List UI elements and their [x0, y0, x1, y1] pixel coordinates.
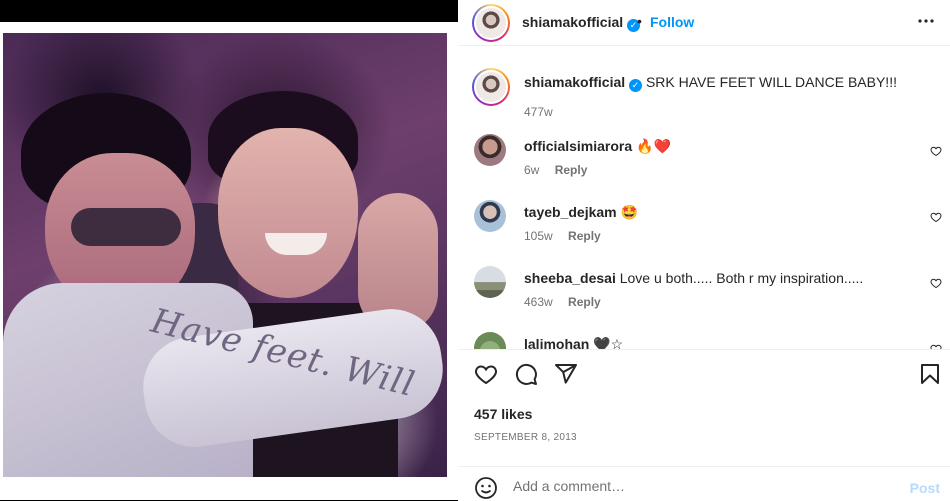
comment-text-line: tayeb_dejkam 🤩: [524, 203, 638, 221]
author-line: shiamakofficial ✓: [522, 14, 641, 32]
comment-text: Love u both..... Both r my inspiration..…: [619, 270, 864, 286]
post-photo[interactable]: Have feet. Will: [3, 33, 447, 477]
comment-like-heart-icon[interactable]: [930, 277, 942, 289]
comment-composer: Post: [458, 470, 950, 501]
more-options-icon[interactable]: [916, 11, 936, 35]
caption-avatar[interactable]: [472, 68, 510, 106]
comment-text: 🔥❤️: [636, 138, 671, 154]
post-actions-bar: [458, 362, 950, 392]
reply-button[interactable]: Reply: [568, 295, 601, 309]
comment-like-heart-icon[interactable]: [930, 211, 942, 223]
comment-meta: 105w Reply: [524, 229, 601, 243]
post-date[interactable]: SEPTEMBER 8, 2013: [474, 432, 577, 443]
divider: [458, 349, 950, 350]
photo-detail: [71, 208, 181, 246]
separator-dot: •: [637, 13, 642, 29]
caption-username[interactable]: shiamakofficial: [524, 74, 625, 90]
reply-button[interactable]: Reply: [555, 163, 588, 177]
divider: [458, 466, 950, 467]
caption-text: SRK HAVE FEET WILL DANCE BABY!!!: [645, 74, 897, 90]
heart-icon[interactable]: [474, 362, 498, 386]
caption-age[interactable]: 477w: [524, 105, 553, 119]
post-caption: shiamakofficial ✓ SRK HAVE FEET WILL DAN…: [458, 68, 950, 119]
comment-username[interactable]: officialsimiarora: [524, 138, 632, 154]
comment-text-line: sheeba_desai Love u both..... Both r my …: [524, 269, 863, 287]
post-media-panel: Have feet. Will: [0, 0, 458, 501]
comment-item: sheeba_desai Love u both..... Both r my …: [458, 266, 950, 316]
bookmark-icon[interactable]: [918, 362, 942, 386]
comment-like-heart-icon[interactable]: [930, 145, 942, 157]
comment-item: lalimohan 🖤☆: [458, 332, 950, 349]
post-side-panel: shiamakofficial ✓ • Follow shiamakoffici…: [458, 0, 950, 501]
follow-button[interactable]: Follow: [650, 14, 694, 30]
reply-button[interactable]: Reply: [568, 229, 601, 243]
post-comment-button[interactable]: Post: [910, 480, 940, 496]
comment-item: officialsimiarora 🔥❤️ 6w Reply: [458, 134, 950, 184]
comment-text: 🤩: [620, 204, 638, 220]
comment-item: tayeb_dejkam 🤩 105w Reply: [458, 200, 950, 250]
post-header: shiamakofficial ✓ • Follow: [458, 0, 950, 46]
smiley-icon[interactable]: [474, 476, 498, 500]
commenter-avatar[interactable]: [474, 134, 506, 166]
comment-username[interactable]: lalimohan: [524, 336, 589, 349]
likes-count[interactable]: 457 likes: [474, 406, 532, 422]
author-avatar[interactable]: [472, 4, 510, 42]
comment-text-line: lalimohan 🖤☆: [524, 335, 623, 349]
commenter-avatar[interactable]: [474, 200, 506, 232]
comment-input[interactable]: [513, 478, 893, 494]
comment-icon[interactable]: [514, 362, 538, 386]
comments-list[interactable]: shiamakofficial ✓ SRK HAVE FEET WILL DAN…: [458, 60, 950, 349]
more-horizontal-icon: [918, 19, 934, 23]
comment-meta: 6w Reply: [524, 163, 587, 177]
comment-username[interactable]: sheeba_desai: [524, 270, 616, 286]
comment-meta: 463w Reply: [524, 295, 601, 309]
commenter-avatar[interactable]: [474, 332, 506, 349]
comment-text: 🖤☆: [593, 336, 624, 349]
commenter-avatar[interactable]: [474, 266, 506, 298]
comment-age[interactable]: 6w: [524, 163, 539, 177]
photo-detail: [218, 128, 358, 298]
verified-badge-icon: ✓: [629, 79, 643, 92]
author-username[interactable]: shiamakofficial: [522, 14, 623, 30]
comment-text-line: officialsimiarora 🔥❤️: [524, 137, 671, 155]
comment-age[interactable]: 105w: [524, 229, 553, 243]
comment-username[interactable]: tayeb_dejkam: [524, 204, 617, 220]
comment-age[interactable]: 463w: [524, 295, 553, 309]
caption-text-line: shiamakofficial ✓ SRK HAVE FEET WILL DAN…: [524, 73, 897, 92]
send-icon[interactable]: [554, 362, 578, 386]
